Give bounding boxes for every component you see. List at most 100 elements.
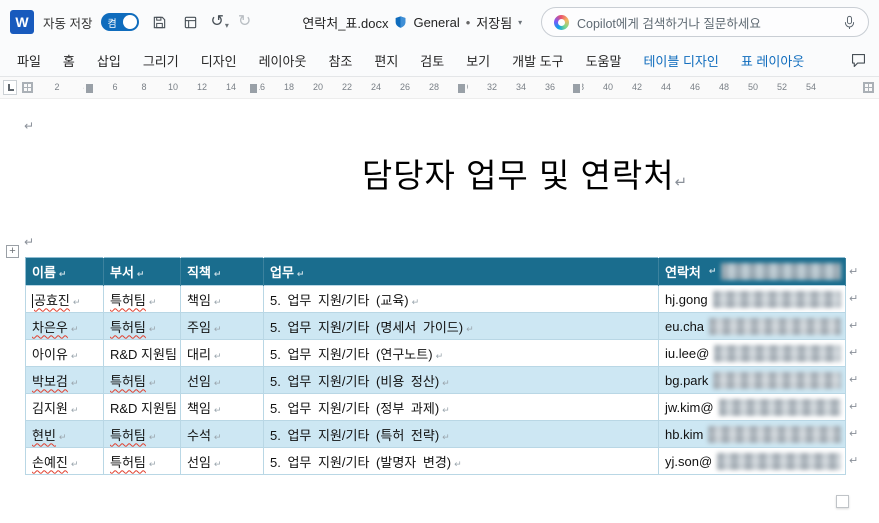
cell-end-mark: ↵	[213, 296, 222, 307]
table-row[interactable]: 박보검 ↵ 특허팀 ↵ 선임 ↵ 5. 업무 지원/기타 (비용 정산) ↵ bg.park	[25, 366, 846, 394]
redo-icon[interactable]: ↻	[238, 14, 251, 30]
cell-duty[interactable]: 5. 업무 지원/기타 (연구노트) ↵	[263, 339, 659, 367]
table-body: 공효진 ↵ 특허팀 ↵ 책임 ↵ 5. 업무 지원/기타 (교육) ↵ hj.gong 차은우 ↵ 특…	[25, 285, 846, 475]
ruler-column-marker[interactable]	[84, 81, 95, 95]
cell-position[interactable]: 수석 ↵	[180, 420, 264, 448]
cell-name[interactable]: 차은우 ↵	[25, 312, 104, 340]
column-header[interactable]: 직책 ↵	[180, 257, 264, 286]
tab-참조[interactable]: 참조	[317, 44, 363, 76]
ruler-number: 32	[486, 82, 498, 92]
cell-department[interactable]: 특허팀 ↵	[103, 312, 181, 340]
cell-department[interactable]: R&D 지원팀↵	[103, 393, 181, 421]
ruler-grid-icon	[863, 82, 874, 93]
copilot-search[interactable]: Copilot에게 검색하거나 질문하세요	[541, 7, 869, 37]
tab-디자인[interactable]: 디자인	[190, 44, 248, 76]
cell-duty[interactable]: 5. 업무 지원/기타 (비용 정산) ↵	[263, 366, 659, 394]
cell-position[interactable]: 선임 ↵	[180, 447, 264, 475]
cell-department[interactable]: 특허팀 ↵	[103, 366, 181, 394]
table-row[interactable]: 김지원↵R&D 지원팀↵책임↵5. 업무 지원/기타 (정부 과제)↵jw.ki…	[25, 393, 846, 421]
document-canvas[interactable]: ↵ 담당자 업무 및 연락처↵ ↵ + 이름 ↵ 부서 ↵ 직책 ↵ 업무 ↵ 연락처 ↵ 공효진…	[0, 99, 879, 522]
tab-그리기[interactable]: 그리기	[132, 44, 190, 76]
cell-department[interactable]: 특허팀 ↵	[103, 285, 181, 313]
table-row[interactable]: 현빈 ↵ 특허팀 ↵ 수석 ↵ 5. 업무 지원/기타 (특허 전략) ↵ hb.kim	[25, 420, 846, 448]
cell-department[interactable]: 특허팀 ↵	[103, 420, 181, 448]
ruler-column-marker[interactable]	[456, 81, 467, 95]
cell-duty[interactable]: 5. 업무 지원/기타 (특허 전략) ↵	[263, 420, 659, 448]
ruler-column-marker[interactable]	[248, 81, 259, 95]
tab-삽입[interactable]: 삽입	[86, 44, 132, 76]
cell-duty[interactable]: 5. 업무 지원/기타 (명세서 가이드) ↵	[263, 312, 659, 340]
ruler-number: 22	[341, 82, 353, 92]
cell-department[interactable]: 특허팀 ↵	[103, 447, 181, 475]
microphone-icon[interactable]	[843, 15, 856, 30]
table-row[interactable]: 아이유↵R&D 지원팀↵대리↵5. 업무 지원/기타 (연구노트)↵iu.lee…	[25, 339, 846, 367]
cell-position[interactable]: 주임 ↵	[180, 312, 264, 340]
table-row[interactable]: 차은우 ↵ 특허팀 ↵ 주임 ↵ 5. 업무 지원/기타 (명세서 가이드) ↵ eu.cha	[25, 312, 846, 340]
tab-stop-selector-icon[interactable]	[3, 80, 17, 95]
tab-테이블 디자인[interactable]: 테이블 디자인	[632, 44, 729, 76]
cell-duty[interactable]: 5. 업무 지원/기타 (발명자 변경) ↵	[263, 447, 659, 475]
table-move-handle[interactable]: +	[6, 245, 19, 258]
tab-보기[interactable]: 보기	[455, 44, 501, 76]
table-header-row[interactable]: 이름 ↵ 부서 ↵ 직책 ↵ 업무 ↵ 연락처 ↵	[25, 257, 846, 286]
ruler-column-marker[interactable]	[571, 81, 582, 95]
cell-duty[interactable]: 5. 업무 지원/기타 (정부 과제) ↵	[263, 393, 659, 421]
column-header[interactable]: 연락처 ↵	[658, 257, 846, 286]
tab-레이아웃[interactable]: 레이아웃	[248, 44, 318, 76]
document-heading-line[interactable]: 담당자 업무 및 연락처↵	[0, 149, 879, 197]
copilot-placeholder: Copilot에게 검색하거나 질문하세요	[577, 16, 761, 31]
ruler-number: 10	[167, 82, 179, 92]
document-filename: 연락처_표.docx	[302, 15, 389, 31]
tab-개발 도구[interactable]: 개발 도구	[501, 44, 574, 76]
tab-표 레이아웃[interactable]: 표 레이아웃	[730, 44, 815, 76]
cell-position[interactable]: 책임 ↵	[180, 393, 264, 421]
tab-검토[interactable]: 검토	[409, 44, 455, 76]
contacts-table[interactable]: 이름 ↵ 부서 ↵ 직책 ↵ 업무 ↵ 연락처 ↵ 공효진 ↵ 특허팀 ↵ 책임 ↵ 5. 업무 지원/기타 …	[25, 257, 846, 475]
tab-파일[interactable]: 파일	[6, 44, 52, 76]
cell-position[interactable]: 책임 ↵	[180, 285, 264, 313]
cell-name[interactable]: 김지원 ↵	[25, 393, 104, 421]
cell-contact[interactable]: iu.lee@	[658, 339, 846, 367]
tab-편지[interactable]: 편지	[363, 44, 409, 76]
cell-duty[interactable]: 5. 업무 지원/기타 (교육) ↵	[263, 285, 659, 313]
cell-contact[interactable]: hj.gong	[658, 285, 846, 313]
word-logo-icon[interactable]: W	[10, 10, 34, 34]
cell-contact[interactable]: yj.son@	[658, 447, 846, 475]
cell-contact[interactable]: eu.cha	[658, 312, 846, 340]
tab-홈[interactable]: 홈	[52, 44, 86, 76]
cell-name[interactable]: 손예진 ↵	[25, 447, 104, 475]
table-grid-icon[interactable]	[179, 11, 201, 33]
cell-contact[interactable]: jw.kim@	[658, 393, 846, 421]
cell-end-mark: ↵	[148, 296, 157, 307]
column-header[interactable]: 이름 ↵	[25, 257, 104, 286]
cell-position[interactable]: 선임 ↵	[180, 366, 264, 394]
cell-end-mark: ↵	[213, 269, 222, 279]
cell-contact[interactable]: bg.park	[658, 366, 846, 394]
undo-icon[interactable]: ↺	[210, 14, 223, 30]
column-header[interactable]: 업무 ↵	[263, 257, 659, 286]
tab-도움말[interactable]: 도움말	[575, 44, 633, 76]
autosave-toggle[interactable]: 켬	[101, 13, 140, 31]
cell-end-mark: ↵	[148, 458, 157, 469]
page-corner-handle[interactable]	[836, 495, 849, 508]
column-header[interactable]: 부서 ↵	[103, 257, 181, 286]
cell-position[interactable]: 대리 ↵	[180, 339, 264, 367]
table-row[interactable]: 공효진 ↵ 특허팀 ↵ 책임 ↵ 5. 업무 지원/기타 (교육) ↵ hj.gong	[25, 285, 846, 313]
table-row[interactable]: 손예진 ↵ 특허팀 ↵ 선임 ↵ 5. 업무 지원/기타 (발명자 변경) ↵ yj.son@	[25, 447, 846, 475]
save-icon[interactable]	[148, 11, 170, 33]
cell-name[interactable]: 아이유 ↵	[25, 339, 104, 367]
redacted-blur	[709, 317, 841, 335]
cell-name[interactable]: 공효진 ↵	[25, 285, 104, 313]
undo-dropdown-icon[interactable]: ▾	[225, 21, 229, 30]
cell-name[interactable]: 현빈 ↵	[25, 420, 104, 448]
cell-contact[interactable]: hb.kim	[658, 420, 846, 448]
cell-end-mark: ↵	[70, 458, 79, 469]
cell-department[interactable]: R&D 지원팀↵	[103, 339, 181, 367]
comments-icon[interactable]	[850, 52, 867, 69]
document-title-chip[interactable]: 연락처_표.docx General • 저장됨 ▾	[294, 9, 530, 36]
cell-name[interactable]: 박보검 ↵	[25, 366, 104, 394]
cell-end-mark: ↵	[213, 458, 222, 469]
cell-end-mark: ↵	[442, 377, 450, 388]
ruler-grid-icon	[22, 82, 33, 93]
ruler-number: 8	[141, 82, 147, 92]
